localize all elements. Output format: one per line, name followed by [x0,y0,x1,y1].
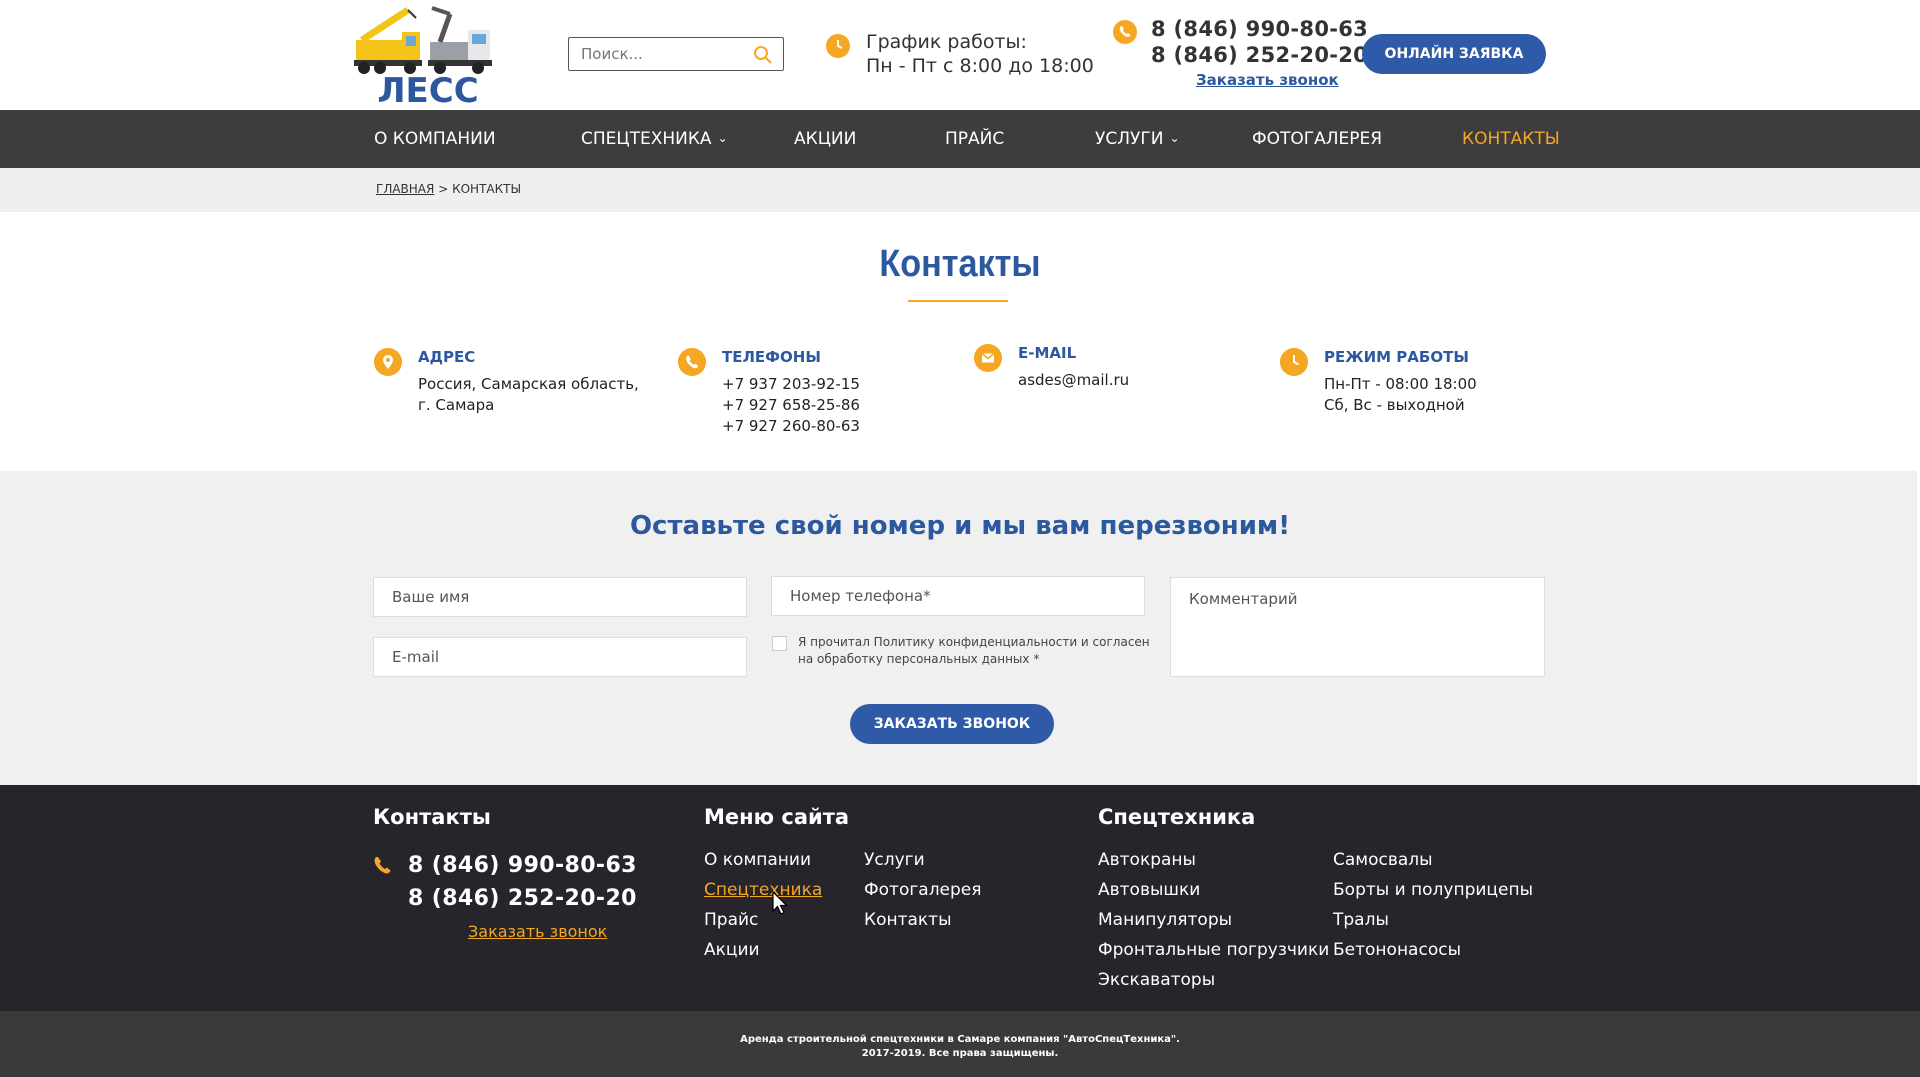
footer-link-flatbeds[interactable]: Борты и полуприцепы [1333,880,1533,900]
search-box [568,37,784,71]
header-phones: 8 (846) 990-80-63 8 (846) 252-20-20 [1151,16,1368,68]
nav-item-equipment[interactable]: СПЕЦТЕХНИКА ⌄ [581,129,728,149]
address-text: Россия, Самарская область, г. Самара [418,374,639,416]
phone-field[interactable] [771,576,1145,616]
nav-label: КОНТАКТЫ [1462,129,1560,149]
contact-phone-3[interactable]: +7 927 260-80-63 [722,416,860,437]
nav-label: УСЛУГИ [1095,129,1164,149]
nav-item-services[interactable]: УСЛУГИ ⌄ [1095,129,1180,149]
email-heading: E-MAIL [1018,344,1077,362]
address-line-1: Россия, Самарская область, [418,375,639,393]
footer-link-excavators[interactable]: Экскаваторы [1098,970,1215,990]
footer-link-contacts[interactable]: Контакты [864,910,952,930]
footer-link-front-loaders[interactable]: Фронтальные погрузчики [1098,940,1329,960]
nav-label: ФОТОГАЛЕРЕЯ [1252,129,1383,149]
location-icon [374,348,402,376]
footer-link-aerial-platforms[interactable]: Автовышки [1098,880,1200,900]
hours-text: Пн-Пт - 08:00 18:00 Сб, Вс - выходной [1324,374,1477,416]
search-input[interactable] [569,38,739,70]
email-value[interactable]: asdes@mail.ru [1018,370,1129,391]
logo-trucks-image: ЛЕСС [354,6,492,111]
hours-line-1: Пн-Пт - 08:00 18:00 [1324,375,1477,393]
hours-line-2: Сб, Вс - выходной [1324,396,1465,414]
footer-link-promotions[interactable]: Акции [704,940,760,960]
work-schedule: График работы: Пн - Пт с 8:00 до 18:00 [866,30,1094,78]
nav-item-price[interactable]: ПРАЙС [945,129,1004,149]
callback-form-section: Оставьте свой номер и мы вам перезвоним!… [0,471,1917,785]
header-callback-link[interactable]: Заказать звонок [1196,71,1339,89]
footer-link-equipment[interactable]: Спецтехника [704,880,822,900]
footer-link-about[interactable]: О компании [704,850,811,870]
chevron-down-icon: ⌄ [1169,131,1180,145]
site-logo[interactable]: ЛЕСС [350,4,506,111]
search-icon[interactable] [753,45,773,65]
phone-icon [374,857,391,874]
consent-text: Я прочитал Политику конфиденциальности и… [798,635,1150,666]
phones-list: +7 937 203-92-15 +7 927 658-25-86 +7 927… [722,374,860,437]
address-heading: АДРЕС [418,348,476,366]
comment-field[interactable] [1170,577,1545,677]
clock-icon [1280,348,1308,376]
site-footer: Контакты 8 (846) 990-80-63 8 (846) 252-2… [0,785,1920,1011]
breadcrumb-home-link[interactable]: ГЛАВНАЯ [376,182,434,196]
nav-label: ПРАЙС [945,129,1005,149]
logo-text: ЛЕСС [377,71,478,104]
header-phone-1[interactable]: 8 (846) 990-80-63 [1151,16,1368,42]
footer-menu-heading: Меню сайта [704,805,850,829]
header-phone-2[interactable]: 8 (846) 252-20-20 [1151,42,1368,68]
title-underline [908,300,1008,302]
footer-phone-2[interactable]: 8 (846) 252-20-20 [408,886,637,911]
nav-item-contacts[interactable]: КОНТАКТЫ [1462,129,1560,149]
schedule-title: График работы: [866,31,1027,53]
breadcrumb-current: КОНТАКТЫ [452,182,522,196]
phone-icon [1113,20,1137,44]
footer-link-trawls[interactable]: Тралы [1333,910,1389,930]
main-nav: О КОМПАНИИ СПЕЦТЕХНИКА ⌄ АКЦИИ ПРАЙС УСЛУ… [0,110,1920,168]
consent-checkbox[interactable] [772,636,787,651]
footer-link-services[interactable]: Услуги [864,850,925,870]
nav-item-gallery[interactable]: ФОТОГАЛЕРЕЯ [1252,129,1382,149]
name-field[interactable] [373,577,747,617]
footer-contacts-heading: Контакты [373,805,491,829]
copyright-line-2: 2017-2019. Все права защищены. [861,1048,1059,1059]
address-line-2: г. Самара [418,396,495,414]
clock-icon [826,34,850,58]
footer-equipment-heading: Спецтехника [1098,805,1256,829]
chevron-down-icon: ⌄ [717,131,728,145]
footer-callback-link[interactable]: Заказать звонок [468,922,607,941]
hours-heading: РЕЖИМ РАБОТЫ [1324,348,1469,366]
nav-label: О КОМПАНИИ [374,129,496,149]
page-title: Контакты [879,243,1041,285]
footer-link-truck-cranes[interactable]: Автокраны [1098,850,1196,870]
schedule-hours: Пн - Пт с 8:00 до 18:00 [866,55,1094,77]
nav-label: СПЕЦТЕХНИКА [581,129,712,149]
footer-link-manipulators[interactable]: Манипуляторы [1098,910,1232,930]
footer-link-concrete-pumps[interactable]: Бетононасосы [1333,940,1461,960]
contact-phone-1[interactable]: +7 937 203-92-15 [722,374,860,395]
contact-phone-2[interactable]: +7 927 658-25-86 [722,395,860,416]
phone-icon [678,348,706,376]
nav-item-promotions[interactable]: АКЦИИ [794,129,856,149]
form-title: Оставьте свой номер и мы вам перезвоним! [629,511,1291,541]
footer-link-price[interactable]: Прайс [704,910,758,930]
copyright-bar: Аренда строительной спецтехники в Самаре… [0,1011,1920,1077]
online-request-button[interactable]: ОНЛАЙН ЗАЯВКА [1362,34,1546,74]
footer-phone-1[interactable]: 8 (846) 990-80-63 [408,853,637,878]
nav-label: АКЦИИ [794,129,857,149]
email-field[interactable] [373,637,747,677]
copyright-line-1: Аренда строительной спецтехники в Самаре… [740,1034,1180,1045]
site-header: ЛЕСС График работы: Пн - Пт с 8:00 до 18… [0,0,1920,111]
breadcrumb-separator: > [438,182,449,196]
nav-item-about[interactable]: О КОМПАНИИ [374,129,496,149]
phones-heading: ТЕЛЕФОНЫ [722,348,821,366]
footer-link-gallery[interactable]: Фотогалерея [864,880,982,900]
order-call-button[interactable]: ЗАКАЗАТЬ ЗВОНОК [850,704,1054,744]
mail-icon [974,344,1002,372]
cursor-icon [772,891,788,915]
footer-link-dump-trucks[interactable]: Самосвалы [1333,850,1433,870]
breadcrumb: ГЛАВНАЯ > КОНТАКТЫ [0,168,1920,212]
